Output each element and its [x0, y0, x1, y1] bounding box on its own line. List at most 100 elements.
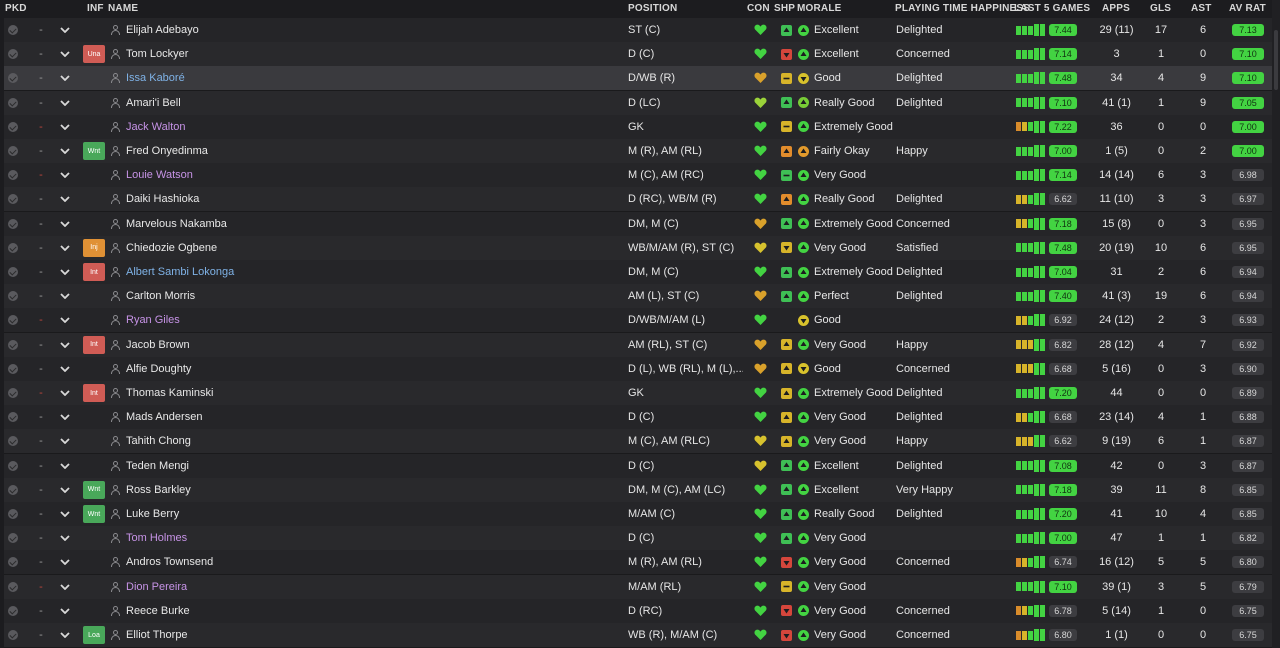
info-badge[interactable]: Wnt: [83, 505, 105, 523]
selection-dash[interactable]: -: [36, 599, 46, 623]
picked-toggle[interactable]: [5, 18, 21, 42]
player-name[interactable]: Mads Andersen: [126, 411, 202, 423]
selection-dash[interactable]: -: [36, 405, 46, 429]
table-row[interactable]: - Wnt Fred Onyedinma M (R), AM (RL) Fairly O…: [4, 139, 1272, 164]
row-dropdown-button[interactable]: [59, 478, 71, 502]
picked-toggle[interactable]: [5, 284, 21, 308]
picked-toggle[interactable]: [5, 526, 21, 550]
selection-dash[interactable]: -: [36, 623, 46, 647]
picked-toggle[interactable]: [5, 478, 21, 502]
row-dropdown-button[interactable]: [59, 18, 71, 42]
col-position-header[interactable]: POSITION: [628, 3, 677, 14]
row-dropdown-button[interactable]: [59, 502, 71, 526]
table-row[interactable]: - Elijah Adebayo ST (C) Excellent Delighted 7…: [4, 18, 1272, 43]
table-row[interactable]: - Louie Watson M (C), AM (RC) Very Good 7.14…: [4, 163, 1272, 189]
player-name[interactable]: Carlton Morris: [126, 290, 195, 302]
player-name[interactable]: Jack Walton: [126, 121, 186, 133]
picked-toggle[interactable]: [5, 623, 21, 647]
row-dropdown-button[interactable]: [59, 139, 71, 163]
selection-dash[interactable]: -: [36, 115, 46, 139]
selection-dash[interactable]: -: [36, 550, 46, 574]
picked-toggle[interactable]: [5, 357, 21, 381]
player-name[interactable]: Reece Burke: [126, 605, 190, 617]
row-dropdown-button[interactable]: [59, 599, 71, 623]
picked-toggle[interactable]: [5, 163, 21, 187]
info-badge[interactable]: Int: [83, 263, 105, 281]
row-dropdown-button[interactable]: [59, 333, 71, 357]
selection-dash[interactable]: -: [36, 357, 46, 381]
table-row[interactable]: - Reece Burke D (RC) Very Good Concerned 6.78…: [4, 598, 1272, 624]
picked-toggle[interactable]: [5, 139, 21, 163]
col-morale-header[interactable]: MORALE: [797, 3, 842, 14]
picked-toggle[interactable]: [5, 502, 21, 526]
info-badge[interactable]: Inj: [83, 238, 105, 257]
col-apps-header[interactable]: APPS: [1102, 3, 1130, 14]
player-name[interactable]: Andros Townsend: [126, 556, 213, 568]
selection-dash[interactable]: -: [36, 381, 46, 405]
player-name[interactable]: Alfie Doughty: [126, 363, 191, 375]
table-row[interactable]: - Ryan Giles D/WB/M/AM (L) Good 6.92 24 (12) 2…: [4, 308, 1272, 334]
player-name[interactable]: Tahith Chong: [126, 435, 191, 447]
picked-toggle[interactable]: [5, 308, 21, 332]
row-dropdown-button[interactable]: [59, 454, 71, 478]
row-dropdown-button[interactable]: [59, 357, 71, 381]
player-name[interactable]: Amari'i Bell: [126, 97, 181, 109]
table-row[interactable]: - Int Thomas Kaminski GK Extremely Good Delig…: [4, 381, 1272, 406]
picked-toggle[interactable]: [5, 575, 21, 599]
picked-toggle[interactable]: [5, 429, 21, 453]
player-name[interactable]: Elliot Thorpe: [126, 629, 188, 641]
player-name[interactable]: Louie Watson: [126, 169, 193, 181]
player-name[interactable]: Ryan Giles: [126, 314, 180, 326]
col-shp-header[interactable]: SHP: [774, 3, 795, 14]
table-row[interactable]: - Tom Holmes D (C) Very Good 7.00 47 1 1 6.82: [4, 526, 1272, 552]
picked-toggle[interactable]: [5, 91, 21, 115]
player-name[interactable]: Chiedozie Ogbene: [126, 242, 217, 254]
selection-dash[interactable]: -: [36, 502, 46, 526]
player-name[interactable]: Elijah Adebayo: [126, 24, 199, 36]
picked-toggle[interactable]: [5, 405, 21, 429]
info-badge[interactable]: Int: [83, 384, 105, 402]
info-badge[interactable]: Int: [83, 335, 105, 354]
col-name-header[interactable]: NAME: [108, 3, 138, 14]
row-dropdown-button[interactable]: [59, 187, 71, 211]
table-row[interactable]: - Teden Mengi D (C) Excellent Delighted 7.08 4…: [4, 453, 1272, 479]
info-badge[interactable]: Una: [83, 45, 105, 64]
player-name[interactable]: Fred Onyedinma: [126, 145, 208, 157]
table-row[interactable]: - Alfie Doughty D (L), WB (RL), M (L),... G…: [4, 356, 1272, 382]
table-row[interactable]: - Wnt Luke Berry M/AM (C) Really Good Delight…: [4, 502, 1272, 527]
table-row[interactable]: - Carlton Morris AM (L), ST (C) Perfect Deli…: [4, 284, 1272, 310]
info-badge[interactable]: Loa: [83, 626, 105, 644]
picked-toggle[interactable]: [5, 333, 21, 357]
selection-dash[interactable]: -: [36, 526, 46, 550]
scrollbar-thumb[interactable]: [1274, 30, 1278, 90]
row-dropdown-button[interactable]: [59, 260, 71, 284]
table-row[interactable]: - Loa Elliot Thorpe WB (R), M/AM (C) Very Go…: [4, 623, 1272, 648]
table-row[interactable]: - Amari'i Bell D (LC) Really Good Delighted 7…: [4, 90, 1272, 116]
row-dropdown-button[interactable]: [59, 42, 71, 66]
col-con-header[interactable]: CON: [747, 3, 770, 14]
table-row[interactable]: - Wnt Ross Barkley DM, M (C), AM (LC) Excell…: [4, 477, 1272, 503]
row-dropdown-button[interactable]: [59, 526, 71, 550]
picked-toggle[interactable]: [5, 187, 21, 211]
row-dropdown-button[interactable]: [59, 66, 71, 90]
table-row[interactable]: - Jack Walton GK Extremely Good 7.22 36 0 0 7.00: [4, 114, 1272, 140]
selection-dash[interactable]: -: [36, 454, 46, 478]
selection-dash[interactable]: -: [36, 91, 46, 115]
player-name[interactable]: Dion Pereira: [126, 581, 187, 593]
row-dropdown-button[interactable]: [59, 575, 71, 599]
selection-dash[interactable]: -: [36, 42, 46, 66]
row-dropdown-button[interactable]: [59, 284, 71, 308]
player-name[interactable]: Tom Lockyer: [126, 48, 188, 60]
table-row[interactable]: - Andros Townsend M (R), AM (RL) Very Good C…: [4, 550, 1272, 576]
player-name[interactable]: Marvelous Nakamba: [126, 218, 227, 230]
selection-dash[interactable]: -: [36, 187, 46, 211]
table-row[interactable]: - Tahith Chong M (C), AM (RLC) Very Good Hap…: [4, 429, 1272, 455]
picked-toggle[interactable]: [5, 66, 21, 90]
col-last5-header[interactable]: LAST 5 GAMES: [1014, 3, 1090, 14]
col-gls-header[interactable]: GLS: [1150, 3, 1171, 14]
selection-dash[interactable]: -: [36, 575, 46, 599]
row-dropdown-button[interactable]: [59, 381, 71, 405]
row-dropdown-button[interactable]: [59, 115, 71, 139]
table-row[interactable]: - Dion Pereira M/AM (RL) Very Good 7.10 39 (1…: [4, 574, 1272, 600]
row-dropdown-button[interactable]: [59, 405, 71, 429]
